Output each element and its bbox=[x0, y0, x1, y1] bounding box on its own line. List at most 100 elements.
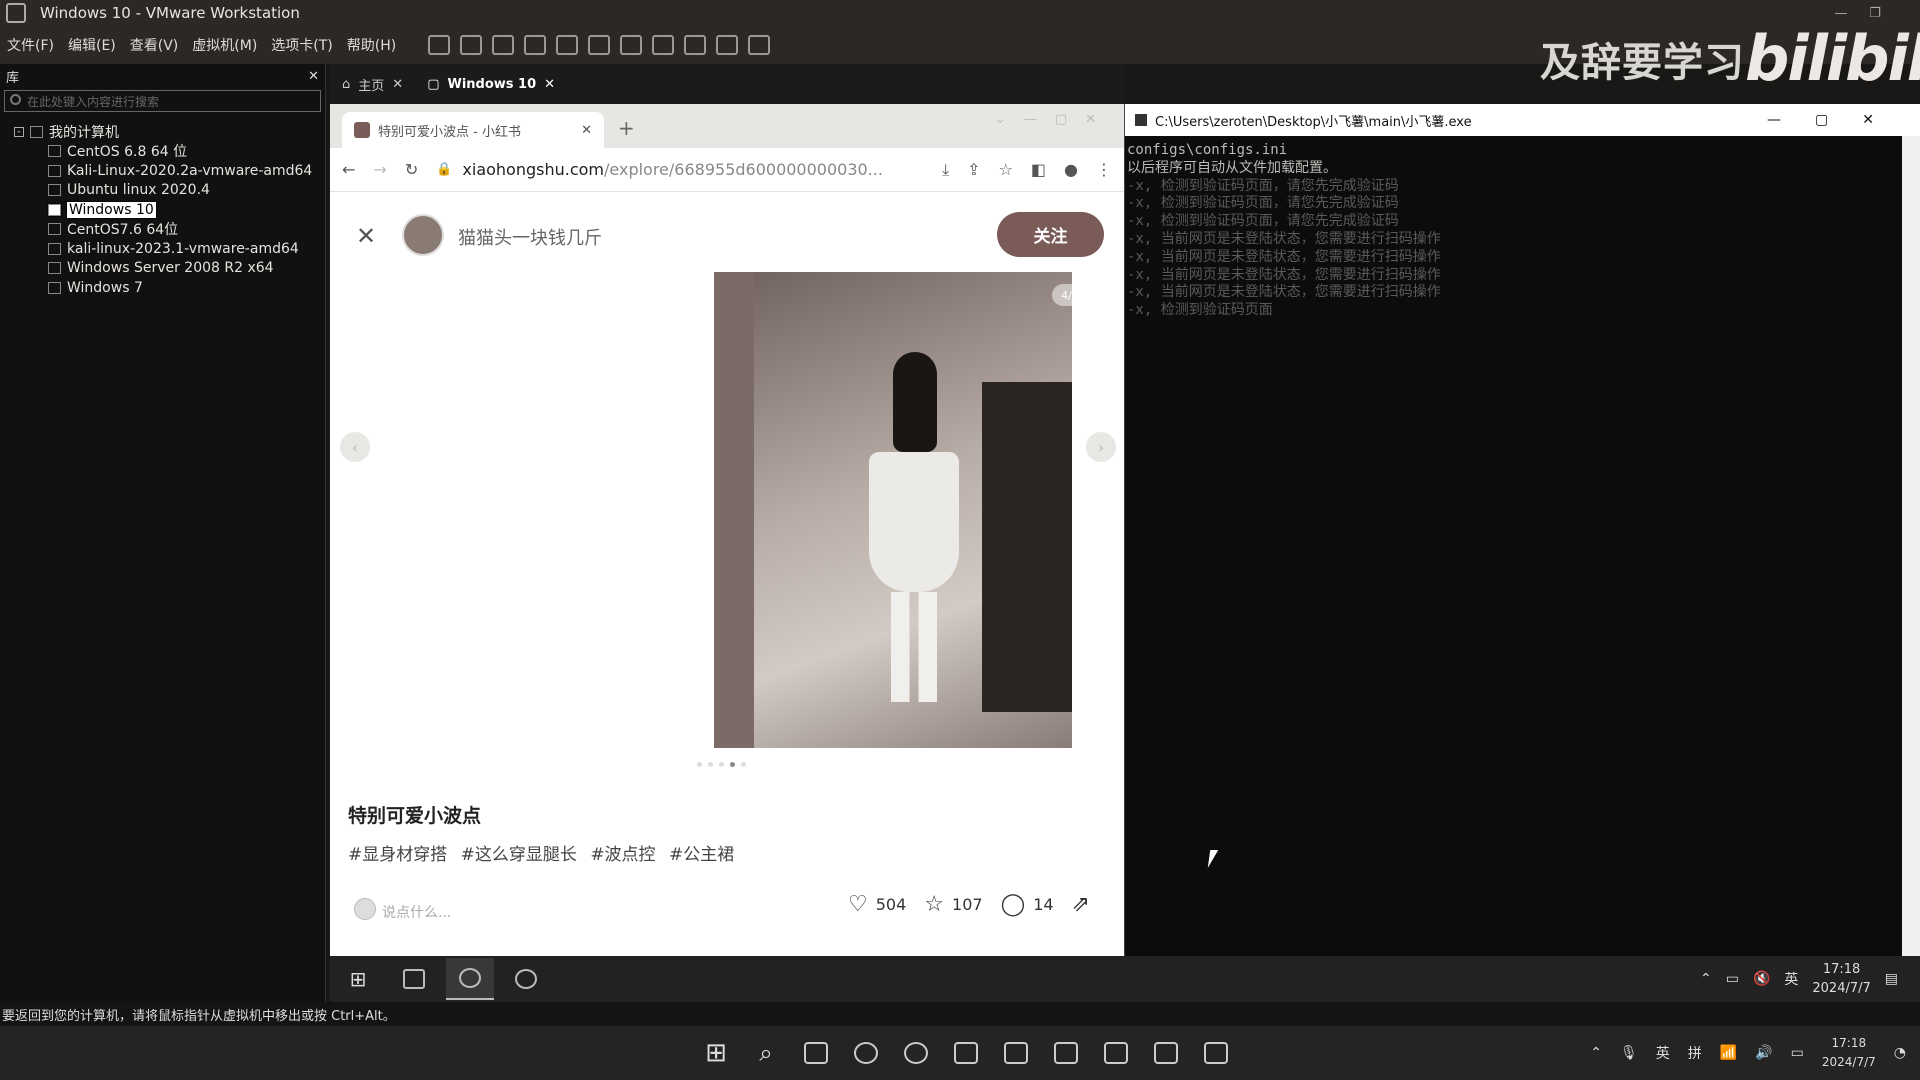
vm-icon bbox=[48, 281, 61, 294]
share-button[interactable]: ⇗ bbox=[1072, 892, 1090, 917]
close-icon[interactable]: ✕ bbox=[581, 123, 592, 138]
host-start-button[interactable]: ⊞ bbox=[696, 1033, 736, 1073]
url-field[interactable]: 🔒 xiaohongshu.com/explore/668955d6000000… bbox=[436, 160, 924, 179]
menu-icon[interactable]: ⋮ bbox=[1096, 160, 1112, 179]
next-image-button[interactable]: › bbox=[1086, 432, 1116, 462]
tag-link[interactable]: #这么穿显腿长 bbox=[461, 845, 577, 865]
back-icon[interactable]: ← bbox=[342, 160, 355, 179]
note-photo[interactable] bbox=[714, 272, 1072, 748]
menu-help[interactable]: 帮助(H) bbox=[340, 35, 403, 55]
menu-edit[interactable]: 编辑(E) bbox=[61, 35, 123, 55]
wifi-icon[interactable]: 📶 bbox=[1720, 1045, 1737, 1061]
guest-tray: ⌃ ▭ 🔇 英 17:18 2024/7/7 ▤ bbox=[1700, 956, 1898, 1002]
ime-indicator[interactable]: 英 bbox=[1656, 1043, 1670, 1063]
taskbar-app-active[interactable] bbox=[446, 958, 494, 1000]
new-tab-icon[interactable]: + bbox=[618, 116, 635, 140]
menu-view[interactable]: 查看(V) bbox=[123, 35, 186, 55]
forward-icon[interactable]: → bbox=[373, 160, 386, 179]
network-icon[interactable]: ▭ bbox=[1726, 971, 1739, 987]
comment-input[interactable]: 说点什么... bbox=[382, 902, 451, 922]
battery-icon[interactable]: ▭ bbox=[1791, 1045, 1804, 1061]
tree-item-vm-selected[interactable]: Windows 10 bbox=[0, 200, 325, 220]
star-icon[interactable]: ☆ bbox=[999, 160, 1013, 179]
tree-item-vm[interactable]: Windows 7 bbox=[0, 278, 325, 298]
host-clock[interactable]: 17:18 2024/7/7 bbox=[1822, 1034, 1876, 1072]
host-vmware[interactable] bbox=[1096, 1033, 1136, 1073]
vm-icon bbox=[48, 223, 61, 236]
close-icon[interactable]: ✕ bbox=[308, 69, 319, 84]
tree-item-vm[interactable]: CentOS7.6 64位 bbox=[0, 220, 325, 240]
close-icon[interactable]: ✕ bbox=[356, 222, 376, 250]
tag-link[interactable]: #公主裙 bbox=[669, 845, 734, 865]
host-explorer[interactable] bbox=[1196, 1033, 1236, 1073]
host-app[interactable] bbox=[1046, 1033, 1086, 1073]
tree-item-vm[interactable]: Windows Server 2008 R2 x64 bbox=[0, 259, 325, 279]
send-ctrl-alt-del-icon[interactable] bbox=[460, 35, 483, 55]
volume-icon[interactable]: 🔊 bbox=[1755, 1045, 1772, 1061]
window-title: Windows 10 - VMware Workstation bbox=[40, 4, 300, 22]
host-task-view[interactable] bbox=[796, 1033, 836, 1073]
comment-button[interactable]: ◯ 14 bbox=[1001, 892, 1054, 917]
close-icon[interactable]: ✕ bbox=[544, 77, 555, 92]
like-button[interactable]: ♡ 504 bbox=[848, 892, 906, 917]
stretch-guest-icon[interactable] bbox=[748, 35, 771, 55]
author-name[interactable]: 猫猫头一块钱几斤 bbox=[458, 224, 602, 250]
library-search-input[interactable]: 在此处键入内容进行搜索 bbox=[4, 90, 321, 112]
tree-item-vm[interactable]: kali-linux-2023.1-vmware-amd64 bbox=[0, 239, 325, 259]
browser-tab[interactable]: 特别可爱小波点 - 小红书 ✕ bbox=[342, 112, 604, 148]
download-icon[interactable]: ⤓ bbox=[942, 160, 949, 180]
notification-icon[interactable]: ▤ bbox=[1885, 971, 1898, 987]
fullscreen-icon[interactable] bbox=[652, 35, 675, 55]
ime-indicator[interactable]: 英 bbox=[1784, 969, 1798, 989]
console-scrollbar[interactable] bbox=[1902, 136, 1920, 956]
start-button[interactable]: ⊞ bbox=[334, 958, 382, 1000]
taskbar-browser[interactable] bbox=[502, 958, 550, 1000]
host-edge[interactable] bbox=[846, 1033, 886, 1073]
host-app[interactable] bbox=[996, 1033, 1036, 1073]
host-app[interactable] bbox=[1146, 1033, 1186, 1073]
console-view-icon[interactable] bbox=[716, 35, 739, 55]
app-icon bbox=[1154, 1042, 1178, 1064]
thumbnail-bar-icon[interactable] bbox=[620, 35, 643, 55]
collect-button[interactable]: ☆ 107 bbox=[924, 892, 982, 917]
close-icon[interactable]: ✕ bbox=[392, 77, 403, 92]
tree-item-vm[interactable]: CentOS 6.8 64 位 bbox=[0, 142, 325, 162]
tree-root[interactable]: - 我的计算机 bbox=[0, 122, 325, 142]
ime-mode-indicator[interactable]: 拼 bbox=[1688, 1043, 1702, 1063]
host-app[interactable] bbox=[896, 1033, 936, 1073]
guest-clock[interactable]: 17:18 2024/7/7 bbox=[1812, 960, 1870, 998]
profile-icon[interactable]: ● bbox=[1064, 160, 1078, 179]
notification-icon[interactable]: ◔ bbox=[1894, 1045, 1906, 1061]
pause-icon[interactable] bbox=[428, 35, 451, 55]
menu-file[interactable]: 文件(F) bbox=[0, 35, 61, 55]
chevron-up-icon[interactable]: ⌃ bbox=[1700, 971, 1712, 987]
show-library-icon[interactable] bbox=[588, 35, 611, 55]
reload-icon[interactable]: ↻ bbox=[405, 160, 418, 179]
tree-item-vm[interactable]: Ubuntu linux 2020.4 bbox=[0, 181, 325, 201]
tag-link[interactable]: #波点控 bbox=[590, 845, 655, 865]
window-controls[interactable]: —▢✕ bbox=[1767, 112, 1908, 128]
tab-windows-10[interactable]: ▢ Windows 10 ✕ bbox=[415, 77, 567, 92]
sidepanel-icon[interactable]: ◧ bbox=[1031, 160, 1046, 179]
host-search-button[interactable]: ⌕ bbox=[746, 1033, 786, 1073]
share-icon[interactable]: ⇪ bbox=[967, 160, 980, 179]
unity-icon[interactable] bbox=[684, 35, 707, 55]
note-page: ✕ 猫猫头一块钱几斤 关注 4/5 ‹ › 特别可爱小波点 #显身材穿搭 #这么… bbox=[330, 192, 1124, 956]
prev-image-button[interactable]: ‹ bbox=[340, 432, 370, 462]
tree-item-vm[interactable]: Kali-Linux-2020.2a-vmware-amd64 bbox=[0, 161, 325, 181]
tab-home[interactable]: ⌂ 主页 ✕ bbox=[330, 75, 415, 94]
tag-link[interactable]: #显身材穿搭 bbox=[348, 845, 447, 865]
host-taskbar: ⊞ ⌕ ⌃ 🎙 英 拼 📶 🔊 ▭ 17:18 2024/7/7 ◔ bbox=[0, 1026, 1920, 1080]
snapshot-manager-icon[interactable] bbox=[556, 35, 579, 55]
taskbar-explorer[interactable] bbox=[390, 958, 438, 1000]
microphone-icon[interactable]: 🎙 bbox=[1620, 1045, 1638, 1061]
volume-muted-icon[interactable]: 🔇 bbox=[1753, 971, 1770, 987]
avatar[interactable] bbox=[402, 214, 444, 256]
menu-tabs[interactable]: 选项卡(T) bbox=[264, 35, 339, 55]
menu-vm[interactable]: 虚拟机(M) bbox=[185, 35, 264, 55]
follow-button[interactable]: 关注 bbox=[997, 212, 1104, 257]
snapshot-icon[interactable] bbox=[492, 35, 515, 55]
chevron-up-icon[interactable]: ⌃ bbox=[1590, 1045, 1602, 1061]
revert-snapshot-icon[interactable] bbox=[524, 35, 547, 55]
host-terminal[interactable] bbox=[946, 1033, 986, 1073]
